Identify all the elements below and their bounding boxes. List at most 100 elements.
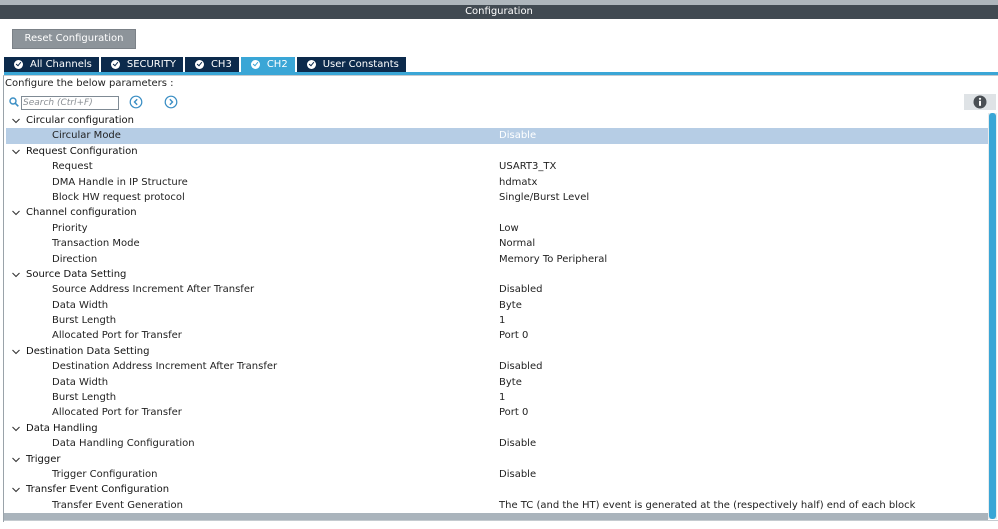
tab-security[interactable]: SECURITY bbox=[100, 57, 183, 72]
tree-param-row[interactable]: Block HW request protocol Single/Burst Le… bbox=[6, 190, 989, 205]
tree-param-row[interactable]: Priority Low bbox=[6, 221, 989, 236]
param-label: Trigger Configuration bbox=[52, 468, 158, 480]
chevron-down-icon[interactable] bbox=[12, 348, 20, 356]
previous-circle-icon[interactable] bbox=[129, 95, 143, 109]
tree-group[interactable]: Channel configuration bbox=[6, 205, 989, 220]
param-label: Priority bbox=[52, 222, 88, 234]
param-value[interactable]: Low bbox=[499, 221, 519, 236]
param-value[interactable]: Normal bbox=[499, 236, 535, 251]
description-area bbox=[4, 520, 998, 529]
param-value[interactable]: The TC (and the HT) event is generated a… bbox=[499, 498, 915, 513]
param-label: Burst Length bbox=[52, 392, 117, 404]
param-label: Allocated Port for Transfer bbox=[52, 330, 182, 342]
tab-label: SECURITY bbox=[126, 59, 176, 70]
search-input[interactable] bbox=[21, 96, 119, 110]
window-title: Configuration bbox=[0, 0, 998, 19]
param-value[interactable]: Byte bbox=[499, 298, 522, 313]
chevron-down-icon[interactable] bbox=[12, 117, 20, 125]
tab-user-constants[interactable]: User Constants bbox=[296, 57, 406, 72]
param-label: Request bbox=[52, 161, 93, 173]
tab-label: CH2 bbox=[266, 59, 288, 70]
tree-param-row[interactable]: DMA Handle in IP Structure hdmatx bbox=[6, 175, 989, 190]
reset-configuration-button[interactable]: Reset Configuration bbox=[12, 29, 136, 49]
tree-group-label: Circular configuration bbox=[26, 115, 135, 126]
tree-group-label: Destination Data Setting bbox=[26, 345, 150, 357]
check-circle-icon bbox=[110, 60, 120, 69]
tab-label: CH3 bbox=[210, 59, 232, 70]
tree-group[interactable]: Destination Data Setting bbox=[6, 344, 989, 359]
chevron-down-icon[interactable] bbox=[12, 456, 20, 464]
tree-param-row[interactable]: Request USART3_TX bbox=[6, 159, 989, 174]
param-value[interactable]: USART3_TX bbox=[499, 159, 556, 174]
param-label: Data Handling Configuration bbox=[52, 438, 195, 450]
tab-ch2[interactable]: CH2 bbox=[240, 57, 295, 72]
chevron-down-icon[interactable] bbox=[12, 209, 20, 217]
tree-group-label: Channel configuration bbox=[26, 207, 137, 219]
tree-group[interactable]: Trigger bbox=[6, 452, 989, 467]
tab-label: All Channels bbox=[30, 59, 92, 70]
tab-all-channels[interactable]: All Channels bbox=[4, 57, 99, 72]
param-value[interactable]: Port 0 bbox=[499, 405, 528, 420]
tab-ch3[interactable]: CH3 bbox=[184, 57, 239, 72]
panel-hint: Configure the below parameters : bbox=[5, 78, 174, 89]
param-value[interactable]: Port 0 bbox=[499, 328, 528, 343]
tree-param-row[interactable]: Data Width Byte bbox=[6, 298, 989, 313]
horizontal-scrollbar[interactable] bbox=[4, 513, 988, 520]
param-value[interactable]: hdmatx bbox=[499, 175, 537, 190]
tree-param-row[interactable]: Allocated Port for Transfer Port 0 bbox=[6, 328, 989, 343]
tree-param-row[interactable]: Allocated Port for Transfer Port 0 bbox=[6, 405, 989, 420]
chevron-down-icon[interactable] bbox=[12, 148, 20, 156]
param-label: Transfer Event Generation bbox=[52, 499, 184, 511]
tab-label: User Constants bbox=[322, 59, 399, 70]
info-button[interactable] bbox=[964, 94, 996, 110]
search-icon[interactable] bbox=[9, 97, 19, 107]
tree-param-row[interactable]: Trigger Configuration Disable bbox=[6, 467, 989, 482]
tree-param-row[interactable]: Transfer Event Generation The TC (and the… bbox=[6, 498, 989, 513]
param-value[interactable]: Disabled bbox=[499, 359, 542, 374]
param-value[interactable]: Memory To Peripheral bbox=[499, 252, 607, 267]
param-label: Transaction Mode bbox=[52, 238, 140, 250]
tree-group[interactable]: Transfer Event Configuration bbox=[6, 482, 989, 497]
param-label: Circular Mode bbox=[52, 130, 121, 142]
param-label: Source Address Increment After Transfer bbox=[52, 284, 255, 296]
vertical-scrollbar-thumb[interactable] bbox=[989, 113, 996, 519]
tree-param-row[interactable]: Data Handling Configuration Disable bbox=[6, 436, 989, 451]
tree-param-row[interactable]: Burst Length 1 bbox=[6, 313, 989, 328]
tree-group[interactable]: Source Data Setting bbox=[6, 267, 989, 282]
tree-group[interactable]: Circular configuration bbox=[6, 113, 989, 128]
info-icon bbox=[973, 95, 987, 109]
param-label: Block HW request protocol bbox=[52, 191, 185, 203]
param-value[interactable]: Disable bbox=[499, 467, 536, 482]
tree-param-row[interactable]: Direction Memory To Peripheral bbox=[6, 252, 989, 267]
check-circle-icon bbox=[14, 60, 23, 69]
param-label: DMA Handle in IP Structure bbox=[52, 176, 188, 188]
tree-group-label: Trigger bbox=[26, 453, 61, 465]
param-value[interactable]: Disable bbox=[499, 436, 536, 451]
tab-bar: All Channels SECURITY CH3 CH2 User Const… bbox=[4, 57, 408, 72]
chevron-down-icon[interactable] bbox=[12, 271, 20, 279]
next-circle-icon[interactable] bbox=[164, 95, 178, 109]
param-value[interactable]: 1 bbox=[499, 313, 505, 328]
param-value[interactable]: Byte bbox=[499, 375, 522, 390]
vertical-scrollbar[interactable] bbox=[988, 113, 997, 519]
param-value[interactable]: Single/Burst Level bbox=[499, 190, 589, 205]
tree-group[interactable]: Data Handling bbox=[6, 421, 989, 436]
tree-group[interactable]: Request Configuration bbox=[6, 144, 989, 159]
param-label: Direction bbox=[52, 253, 98, 265]
param-value[interactable]: Disable bbox=[499, 128, 536, 143]
tree-param-row[interactable]: Burst Length 1 bbox=[6, 390, 989, 405]
param-label: Data Width bbox=[52, 376, 109, 388]
chevron-down-icon[interactable] bbox=[12, 425, 20, 433]
chevron-down-icon[interactable] bbox=[12, 486, 20, 494]
tree-param-row[interactable]: Transaction Mode Normal bbox=[6, 236, 989, 251]
parameter-panel: Configure the below parameters : Circula… bbox=[3, 75, 998, 522]
param-label: Data Width bbox=[52, 299, 109, 311]
check-circle-icon bbox=[306, 60, 316, 69]
param-value[interactable]: 1 bbox=[499, 390, 505, 405]
tree-param-row[interactable]: Circular Mode Disable bbox=[6, 128, 989, 144]
tree-param-row[interactable]: Data Width Byte bbox=[6, 375, 989, 390]
tree-param-row[interactable]: Destination Address Increment After Tran… bbox=[6, 359, 989, 374]
tree-param-row[interactable]: Source Address Increment After Transfer D… bbox=[6, 282, 989, 297]
check-circle-icon bbox=[250, 60, 260, 69]
param-value[interactable]: Disabled bbox=[499, 282, 542, 297]
